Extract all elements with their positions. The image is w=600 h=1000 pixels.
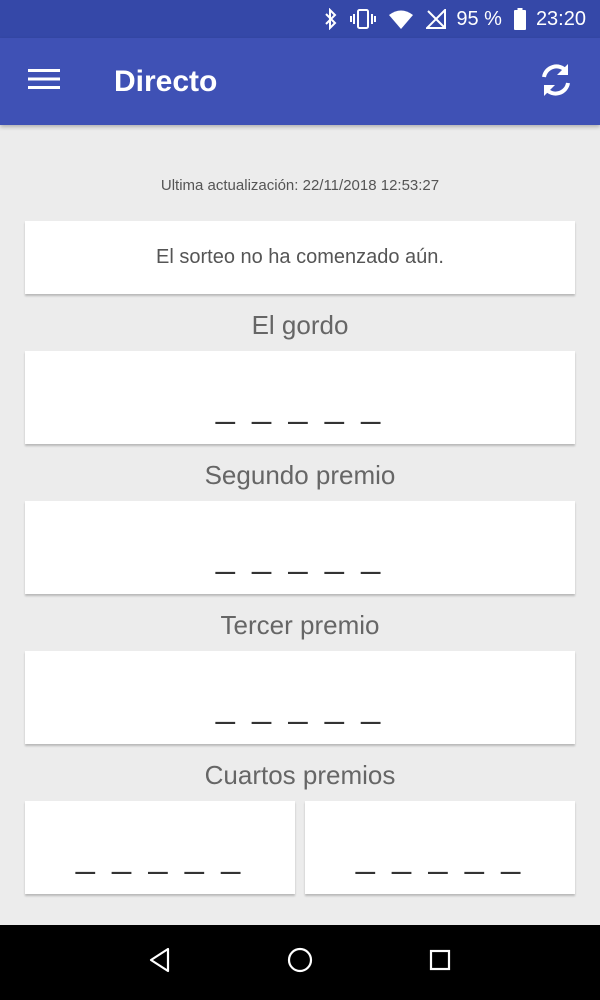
draw-status-text: El sorteo no ha comenzado aún. <box>156 246 444 268</box>
prize-card-segundo: _ _ _ _ _ <box>25 501 575 594</box>
battery-percent: 95 % <box>456 7 502 30</box>
battery-icon <box>513 8 526 30</box>
app-bar: Directo <box>0 38 600 125</box>
prize-card-gordo: _ _ _ _ _ <box>25 351 575 444</box>
prize-number-cuarto-1: _ _ _ _ _ <box>75 837 245 875</box>
bluetooth-icon <box>324 8 338 30</box>
menu-button[interactable] <box>0 38 88 125</box>
back-button[interactable] <box>130 933 190 993</box>
navigation-bar <box>0 925 600 1000</box>
refresh-button[interactable] <box>534 60 578 104</box>
prize-label-gordo: El gordo <box>251 310 349 340</box>
menu-icon <box>28 67 60 96</box>
vibrate-icon <box>350 8 377 30</box>
prize-number-gordo: _ _ _ _ _ <box>215 387 385 425</box>
main-content[interactable]: Ultima actualización: 22/11/2018 12:53:2… <box>0 125 600 925</box>
back-icon <box>148 947 172 978</box>
home-button[interactable] <box>270 933 330 993</box>
recents-icon <box>429 949 451 976</box>
home-icon <box>287 947 313 978</box>
prize-number-cuarto-2: _ _ _ _ _ <box>355 837 525 875</box>
clock: 23:20 <box>535 7 586 30</box>
prize-number-tercer: _ _ _ _ _ <box>215 687 385 725</box>
status-bar: 95 % 23:20 <box>0 0 600 38</box>
prize-number-segundo: _ _ _ _ _ <box>215 537 385 575</box>
recents-button[interactable] <box>410 933 470 993</box>
prize-label-tercer: Tercer premio <box>220 610 380 640</box>
draw-status-card: El sorteo no ha comenzado aún. <box>25 221 575 294</box>
prize-label-cuartos: Cuartos premios <box>204 760 396 790</box>
prize-label-segundo: Segundo premio <box>204 460 396 490</box>
refresh-icon <box>537 61 575 104</box>
page-title: Directo <box>114 64 218 98</box>
wifi-icon <box>388 9 414 29</box>
last-update-text: Ultima actualización: 22/11/2018 12:53:2… <box>160 177 440 194</box>
prize-card-tercer: _ _ _ _ _ <box>25 651 575 744</box>
prize-card-cuarto-1: _ _ _ _ _ <box>25 801 295 894</box>
no-signal-icon <box>426 9 447 29</box>
prize-card-cuarto-2: _ _ _ _ _ <box>305 801 575 894</box>
